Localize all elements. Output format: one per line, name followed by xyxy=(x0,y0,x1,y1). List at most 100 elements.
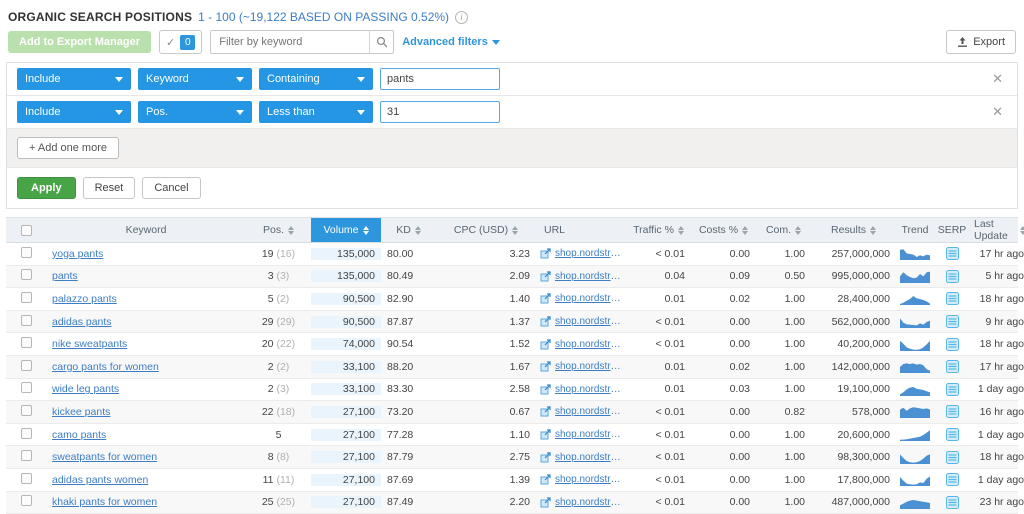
url-link[interactable]: shop.nordstrom.c...ke=535 xyxy=(555,339,622,350)
filter1-operator-dropdown[interactable]: Containing xyxy=(259,68,373,90)
select-all-checkbox[interactable] xyxy=(20,224,32,236)
row-checkbox[interactable] xyxy=(20,269,32,281)
url-link[interactable]: shop.nordstrom.c...-pants xyxy=(555,293,622,304)
url-link[interactable]: shop.nordstrom.c.../pants xyxy=(555,474,622,485)
traffic-cell: < 0.01 xyxy=(655,338,686,351)
costs-cell: 0.00 xyxy=(729,405,750,418)
row-checkbox[interactable] xyxy=(20,404,32,416)
url-link[interactable]: shop.nordstrom.c...-pants xyxy=(555,497,622,508)
advanced-filters-link[interactable]: Advanced filters xyxy=(402,36,500,48)
remove-filter2-button[interactable]: ✕ xyxy=(988,104,1007,120)
apply-button[interactable]: Apply xyxy=(17,177,76,199)
serp-icon[interactable] xyxy=(945,473,959,487)
row-checkbox[interactable] xyxy=(20,314,32,326)
serp-icon[interactable] xyxy=(945,269,959,283)
col-kd[interactable]: KD xyxy=(381,218,436,242)
row-checkbox[interactable] xyxy=(20,495,32,507)
results-count[interactable]: 1 - 100 (~19,122 BASED ON PASSING 0.52%) xyxy=(198,10,449,24)
filter1-value-input[interactable] xyxy=(380,68,500,90)
url-link[interactable]: shop.nordstrom.c...-women xyxy=(555,452,622,463)
serp-icon[interactable] xyxy=(945,495,959,509)
external-link-icon xyxy=(540,406,551,417)
keyword-link[interactable]: sweatpants for women xyxy=(52,451,157,463)
chevron-down-icon xyxy=(357,76,365,82)
keyword-cell: adidas pants xyxy=(46,316,246,328)
info-icon[interactable]: i xyxy=(455,10,469,24)
url-link[interactable]: shop.nordstrom.c...-pants xyxy=(555,271,622,282)
col-cpc[interactable]: CPC (USD) xyxy=(436,218,536,242)
keyword-link[interactable]: camo pants xyxy=(52,429,106,441)
filter1-field-dropdown[interactable]: Keyword xyxy=(138,68,252,90)
keyword-link[interactable]: palazzo pants xyxy=(52,293,117,305)
serp-icon[interactable] xyxy=(945,360,959,374)
table-row: pants 3 (3) 135,000 80.49 2.09 shop.nord… xyxy=(6,265,1024,289)
row-checkbox[interactable] xyxy=(20,472,32,484)
serp-icon[interactable] xyxy=(945,247,959,261)
traffic-cell: < 0.01 xyxy=(655,451,686,464)
filter2-mode-dropdown[interactable]: Include xyxy=(17,101,131,123)
filter2-field-dropdown[interactable]: Pos. xyxy=(138,101,252,123)
reset-button[interactable]: Reset xyxy=(82,177,136,199)
url-link[interactable]: shop.nordstrom.c...-PANTS xyxy=(555,406,622,417)
search-button[interactable] xyxy=(369,31,393,53)
row-checkbox[interactable] xyxy=(20,246,32,258)
col-costs[interactable]: Costs % xyxy=(691,218,756,242)
trend-sparkline-chart xyxy=(900,454,930,464)
url-cell: shop.nordstrom.c.../pants xyxy=(536,316,626,327)
keyword-link[interactable]: adidas pants xyxy=(52,316,112,328)
position-value: 11 xyxy=(262,473,274,486)
selection-counter-button[interactable]: ✓ 0 xyxy=(159,30,203,54)
url-link[interactable]: shop.nordstrom.c...-pants xyxy=(555,248,622,259)
keyword-link[interactable]: nike sweatpants xyxy=(52,338,127,350)
col-com[interactable]: Com. xyxy=(756,218,811,242)
row-checkbox[interactable] xyxy=(20,450,32,462)
keyword-link[interactable]: kickee pants xyxy=(52,406,110,418)
serp-icon[interactable] xyxy=(945,292,959,306)
filter-by-keyword-input[interactable] xyxy=(211,31,370,53)
url-link[interactable]: shop.nordstrom.c...-women xyxy=(555,361,622,372)
url-link[interactable]: shop.nordstrom.c...-pants xyxy=(555,429,622,440)
keyword-cell: camo pants xyxy=(46,429,246,441)
serp-icon[interactable] xyxy=(945,428,959,442)
export-button[interactable]: Export xyxy=(946,30,1016,54)
url-link[interactable]: shop.nordstrom.c.../pants xyxy=(555,316,622,327)
add-one-more-button[interactable]: + Add one more xyxy=(17,137,119,159)
trend-sparkline-chart xyxy=(900,499,930,509)
previous-position-value: (8) xyxy=(276,451,290,464)
row-checkbox[interactable] xyxy=(20,382,32,394)
serp-icon[interactable] xyxy=(945,337,959,351)
row-checkbox[interactable] xyxy=(20,427,32,439)
keyword-link[interactable]: adidas pants women xyxy=(52,474,148,486)
kd-cell: 87.87 xyxy=(387,315,414,328)
col-results[interactable]: Results xyxy=(811,218,896,242)
cpc-cell: 2.58 xyxy=(509,383,530,396)
add-to-export-manager-button[interactable]: Add to Export Manager xyxy=(8,31,152,53)
keyword-link[interactable]: wide leg pants xyxy=(52,383,119,395)
row-checkbox-cell xyxy=(6,495,46,509)
col-traffic[interactable]: Traffic % xyxy=(626,218,691,242)
url-cell: shop.nordstrom.c...ke=535 xyxy=(536,339,626,350)
filter2-value-input[interactable] xyxy=(380,101,500,123)
filter1-mode-dropdown[interactable]: Include xyxy=(17,68,131,90)
url-link[interactable]: shop.nordstrom.c...-pants xyxy=(555,384,622,395)
row-checkbox[interactable] xyxy=(20,291,32,303)
serp-icon[interactable] xyxy=(945,382,959,396)
remove-filter1-button[interactable]: ✕ xyxy=(988,71,1007,87)
col-pos[interactable]: Pos. xyxy=(246,218,311,242)
keyword-link[interactable]: cargo pants for women xyxy=(52,361,159,373)
filter2-operator-dropdown[interactable]: Less than xyxy=(259,101,373,123)
keyword-link[interactable]: pants xyxy=(52,270,78,282)
row-checkbox[interactable] xyxy=(20,337,32,349)
serp-icon[interactable] xyxy=(945,450,959,464)
col-volume[interactable]: Volume xyxy=(311,218,381,242)
com-cell: 0.50 xyxy=(784,270,805,283)
serp-icon[interactable] xyxy=(945,315,959,329)
cancel-button[interactable]: Cancel xyxy=(142,177,201,199)
keyword-link[interactable]: yoga pants xyxy=(52,248,103,260)
col-serp: SERP xyxy=(937,224,967,236)
col-last-update[interactable]: Last Update xyxy=(970,218,1024,242)
keyword-link[interactable]: khaki pants for women xyxy=(52,496,157,508)
serp-icon[interactable] xyxy=(945,405,959,419)
row-checkbox[interactable] xyxy=(20,359,32,371)
position-value: 3 xyxy=(267,270,274,283)
